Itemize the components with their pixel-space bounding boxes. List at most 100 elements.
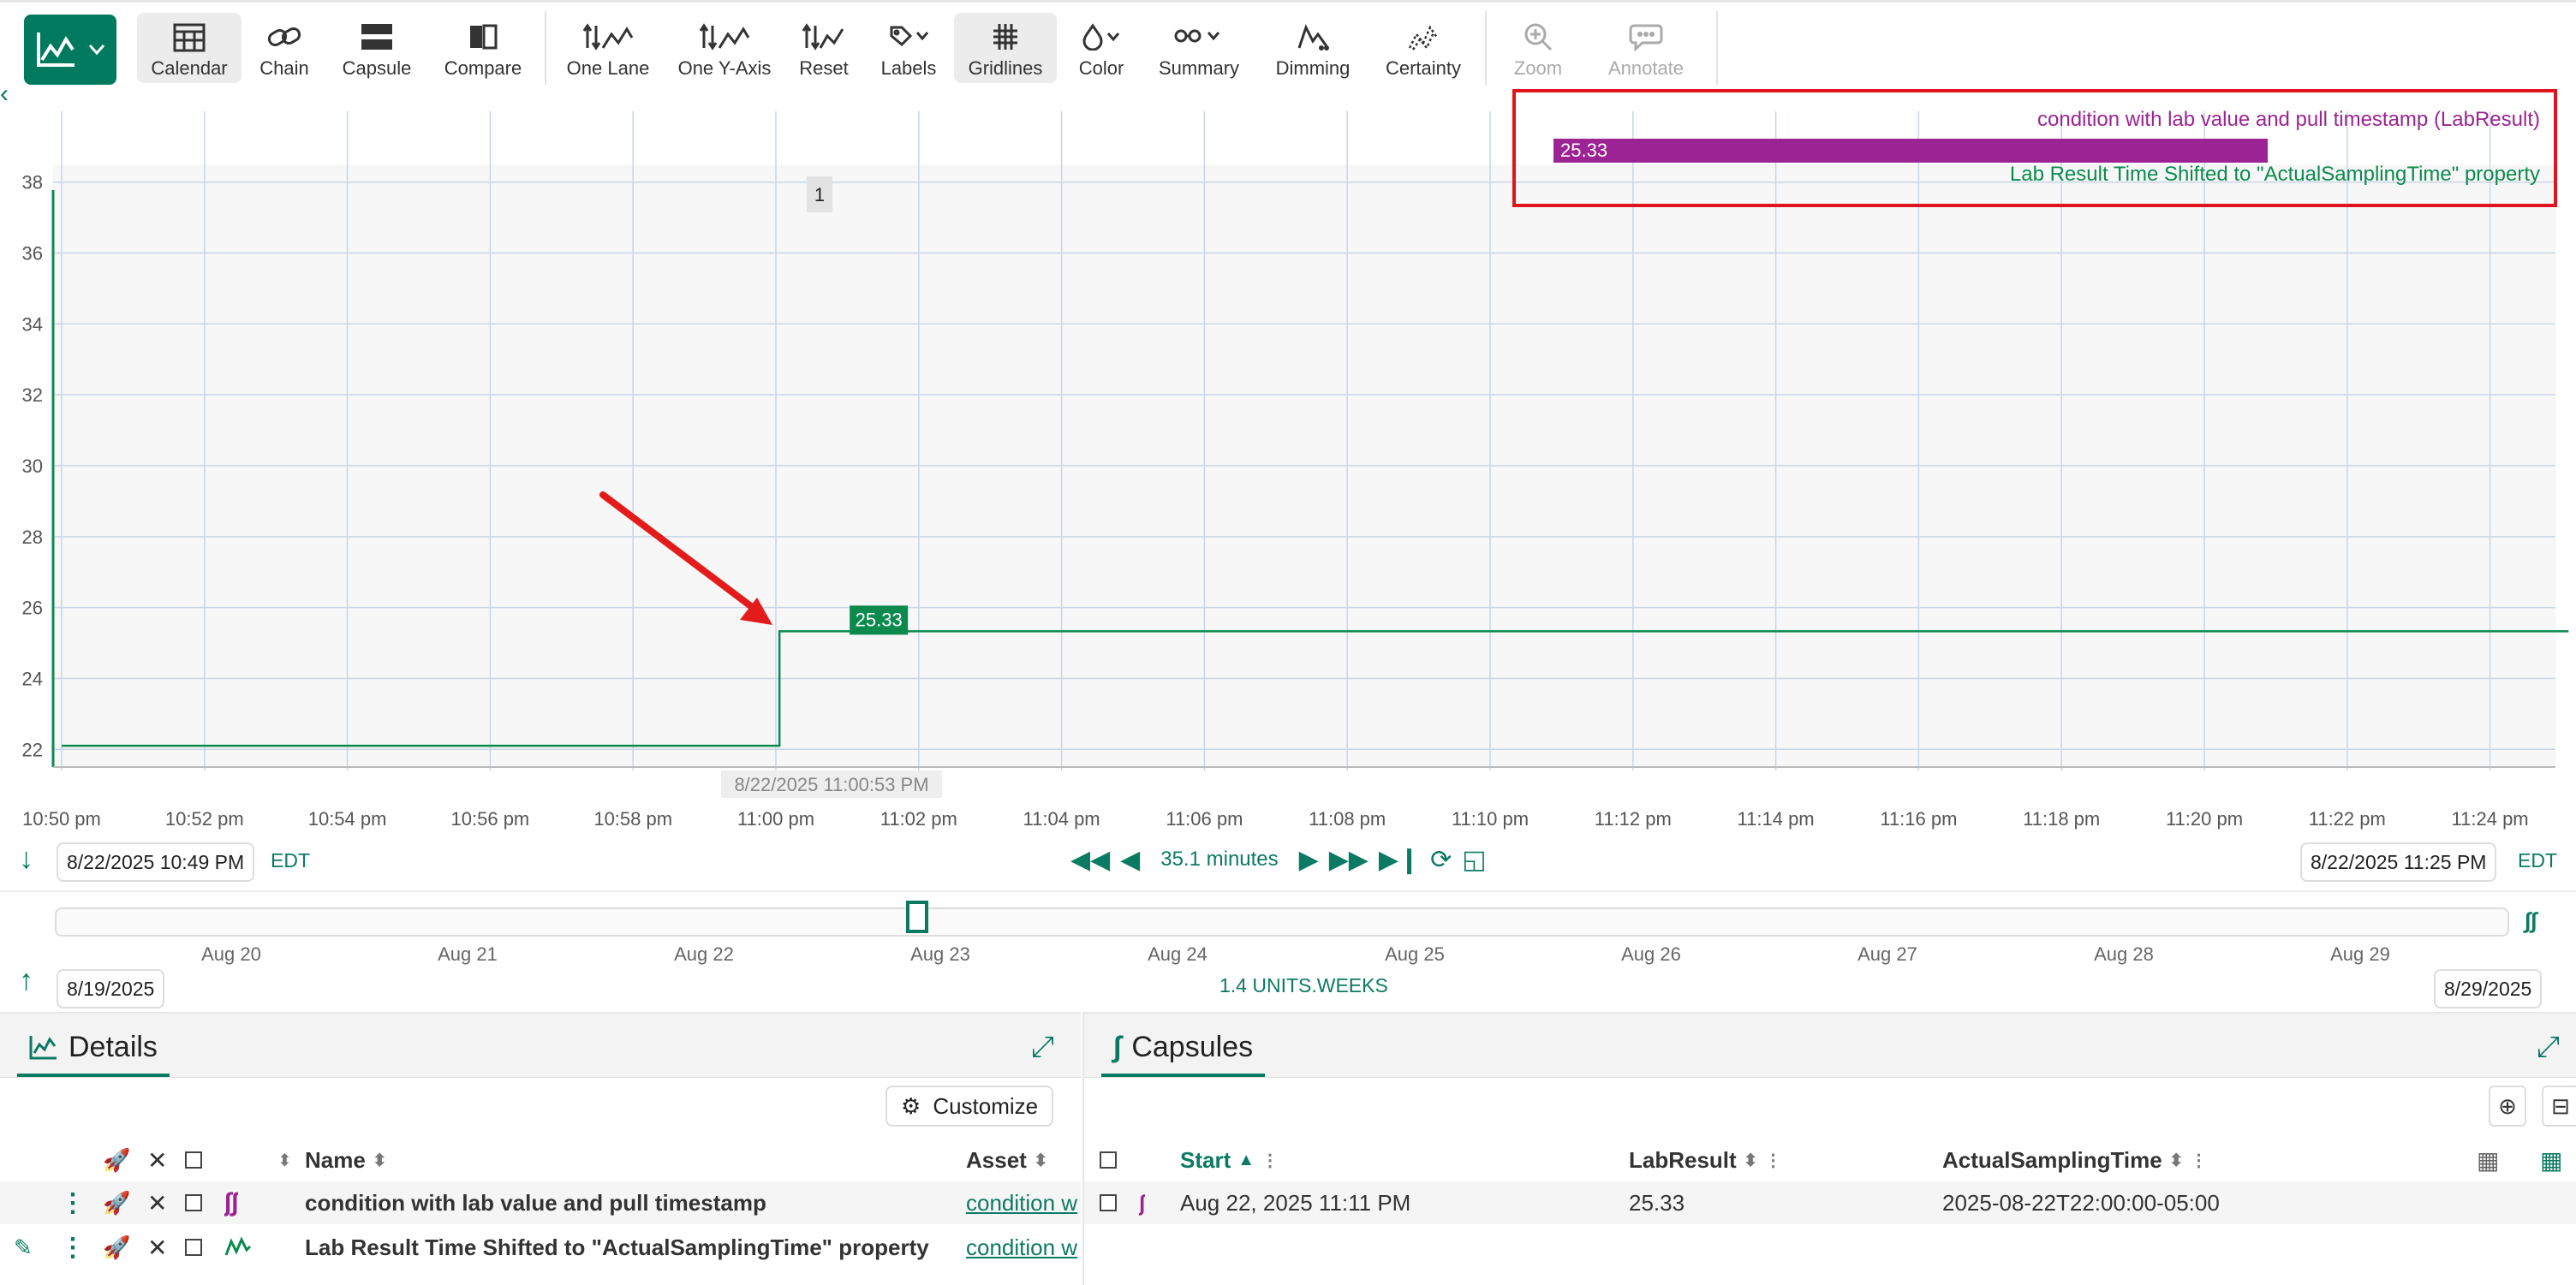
toolbar: Calendar Chain Capsule Compare One Lane … bbox=[0, 0, 2576, 92]
remove-icon[interactable]: ✕ bbox=[147, 1226, 167, 1269]
overview-tick: Aug 21 bbox=[438, 943, 498, 965]
start-timezone[interactable]: EDT bbox=[271, 842, 310, 878]
chevron-down-icon bbox=[88, 45, 105, 56]
close-icon[interactable]: ✕ bbox=[147, 1139, 167, 1181]
step-back-icon[interactable]: ◀ bbox=[1120, 845, 1140, 875]
chain-button[interactable]: Chain bbox=[250, 13, 319, 83]
one-lane-button[interactable]: One Lane bbox=[562, 13, 654, 83]
display-range-handle[interactable] bbox=[906, 901, 928, 933]
rocket-icon[interactable]: 🚀 bbox=[103, 1139, 130, 1181]
refresh-icon[interactable]: ⟳ bbox=[1430, 845, 1452, 875]
expand-icon[interactable]: ⤢ bbox=[2537, 1031, 2560, 1064]
color-button[interactable]: Color bbox=[1070, 13, 1132, 83]
overview-tick: Aug 23 bbox=[910, 943, 970, 965]
investigate-range-end[interactable]: 8/29/2025 bbox=[2434, 969, 2543, 1008]
gridlines-button[interactable]: Gridlines bbox=[954, 13, 1057, 83]
edit-icon[interactable]: ✎ bbox=[14, 1226, 33, 1269]
overview-tick: Aug 25 bbox=[1385, 943, 1445, 965]
go-to-now-icon[interactable]: ▶❙ bbox=[1379, 845, 1420, 875]
arrow-down-icon[interactable]: ↓ bbox=[19, 842, 33, 876]
compare-button[interactable]: Compare bbox=[435, 13, 531, 83]
table-settings-icon[interactable]: ▦ bbox=[2477, 1139, 2499, 1181]
legend-capsule-bar[interactable]: 25.33 bbox=[1553, 139, 2268, 163]
display-range-end[interactable]: 8/22/2025 11:25 PM bbox=[2300, 842, 2497, 882]
column-start[interactable]: Start ▲ ⋮ bbox=[1180, 1139, 1279, 1181]
customize-button[interactable]: ⚙ Customize bbox=[886, 1086, 1054, 1127]
end-timezone[interactable]: EDT bbox=[2518, 842, 2557, 878]
column-asset[interactable]: Asset ⬍ bbox=[966, 1139, 1048, 1181]
range-settings-icon[interactable]: ◱ bbox=[1462, 845, 1486, 875]
details-row[interactable]: ✎ ⋮ 🚀 ✕ Lab Result Time Shifted to "Actu… bbox=[0, 1226, 1081, 1269]
labels-icon bbox=[888, 20, 929, 54]
y-tick-label: 34 bbox=[22, 313, 43, 335]
calendar-button[interactable]: Calendar bbox=[137, 13, 242, 83]
step-forward-icon[interactable]: ▶ bbox=[1299, 845, 1319, 875]
overview-tick: Aug 22 bbox=[674, 943, 734, 965]
item-asset-link[interactable]: condition w bbox=[966, 1226, 1081, 1269]
sort-icon[interactable]: ⬍ bbox=[277, 1139, 292, 1181]
capsule-row[interactable]: ∫ Aug 22, 2025 11:11 PM 25.33 2025-08-22… bbox=[1084, 1181, 2576, 1224]
x-tick-label: 11:04 pm bbox=[1023, 808, 1100, 830]
color-icon bbox=[1081, 20, 1122, 54]
column-labresult[interactable]: LabResult ⬍ ⋮ bbox=[1629, 1139, 1781, 1181]
details-row[interactable]: ⋮ 🚀 ✕ ∫∫ condition with lab value and pu… bbox=[0, 1181, 1081, 1224]
dimming-button[interactable]: Dimming bbox=[1267, 13, 1358, 83]
condition-icon[interactable]: ∫∫ bbox=[224, 1181, 238, 1224]
rocket-icon[interactable]: 🚀 bbox=[103, 1181, 130, 1224]
range-duration[interactable]: 35.1 minutes bbox=[1160, 848, 1278, 872]
expand-icon[interactable]: ⤢ bbox=[1031, 1031, 1054, 1064]
overview-tick: Aug 27 bbox=[1857, 943, 1917, 965]
row-checkbox[interactable] bbox=[185, 1181, 202, 1224]
row-checkbox[interactable] bbox=[1100, 1181, 1117, 1224]
legend-condition-name[interactable]: condition with lab value and pull timest… bbox=[2037, 108, 2540, 132]
item-asset-link[interactable]: condition w bbox=[966, 1181, 1081, 1224]
trend-chart[interactable]: 22 24 26 28 30 32 34 36 38 10:50 pm 10:52 pm 10:54 … bbox=[0, 89, 2576, 877]
x-tick-label: 11:00 pm bbox=[737, 808, 814, 830]
signal-icon[interactable] bbox=[224, 1226, 252, 1269]
item-name[interactable]: Lab Result Time Shifted to "ActualSampli… bbox=[305, 1226, 956, 1269]
tab-details[interactable]: Details bbox=[17, 1020, 170, 1077]
zoom-in-icon[interactable]: ⊕ bbox=[2489, 1086, 2526, 1127]
zoom-button[interactable]: Zoom bbox=[1504, 13, 1572, 83]
tab-capsules[interactable]: ∫ Capsules bbox=[1101, 1020, 1266, 1077]
gridlines-icon bbox=[992, 20, 1019, 54]
legend-signal-name[interactable]: Lab Result Time Shifted to "ActualSampli… bbox=[2010, 163, 2540, 187]
reset-button[interactable]: Reset bbox=[790, 13, 858, 83]
column-name[interactable]: Name ⬍ bbox=[305, 1139, 387, 1181]
x-tick-label: 10:54 pm bbox=[308, 808, 387, 830]
chart-legend: condition with lab value and pull timest… bbox=[1512, 89, 2557, 207]
investigate-range-duration[interactable]: 1.4 UNITS.WEEKS bbox=[1219, 974, 1388, 997]
overview-track[interactable] bbox=[55, 907, 2509, 937]
one-y-axis-button[interactable]: One Y-Axis bbox=[671, 13, 778, 83]
display-range-start[interactable]: 8/22/2025 10:49 PM bbox=[57, 842, 255, 882]
summary-button[interactable]: Summary bbox=[1151, 13, 1247, 83]
more-options-icon[interactable]: ⋮ bbox=[60, 1181, 86, 1224]
dimming-icon bbox=[1296, 20, 1330, 54]
capsule-overview-icon[interactable]: ∫∫ bbox=[2525, 907, 2550, 938]
add-column-icon[interactable]: ▦ bbox=[2540, 1139, 2562, 1181]
one-y-axis-icon bbox=[699, 20, 750, 54]
row-checkbox[interactable] bbox=[185, 1226, 202, 1269]
arrow-up-icon[interactable]: ↑ bbox=[19, 964, 33, 997]
select-all-checkbox[interactable] bbox=[1100, 1139, 1117, 1181]
labels-button[interactable]: Labels bbox=[875, 13, 942, 83]
rocket-icon[interactable]: 🚀 bbox=[103, 1226, 130, 1269]
trend-view-button[interactable] bbox=[24, 15, 116, 85]
range-nav-buttons: ◀◀ ◀ 35.1 minutes ▶ ▶▶ ▶❙ ⟳ ◱ bbox=[1065, 839, 1492, 880]
remove-icon[interactable]: ✕ bbox=[147, 1181, 167, 1224]
overview-tick: Aug 26 bbox=[1621, 943, 1681, 965]
reset-icon bbox=[802, 20, 846, 54]
investigate-range-start[interactable]: 8/19/2025 bbox=[57, 969, 165, 1008]
y-tick-label: 38 bbox=[22, 172, 43, 193]
more-options-icon[interactable]: ⋮ bbox=[60, 1226, 86, 1269]
certainty-button[interactable]: Certainty bbox=[1380, 13, 1466, 83]
collapse-icon[interactable]: ⊟ bbox=[2542, 1086, 2576, 1127]
select-all-checkbox[interactable] bbox=[185, 1139, 202, 1181]
capsule-labresult: 25.33 bbox=[1629, 1189, 1685, 1216]
capsule-button[interactable]: Capsule bbox=[336, 13, 418, 83]
item-name[interactable]: condition with lab value and pull timest… bbox=[305, 1181, 956, 1224]
step-forward-full-icon[interactable]: ▶▶ bbox=[1329, 845, 1368, 875]
annotate-button[interactable]: Annotate bbox=[1596, 13, 1696, 83]
step-back-full-icon[interactable]: ◀◀ bbox=[1070, 845, 1110, 875]
column-actualsamplingtime[interactable]: ActualSamplingTime ⬍ ⋮ bbox=[1942, 1139, 2207, 1181]
